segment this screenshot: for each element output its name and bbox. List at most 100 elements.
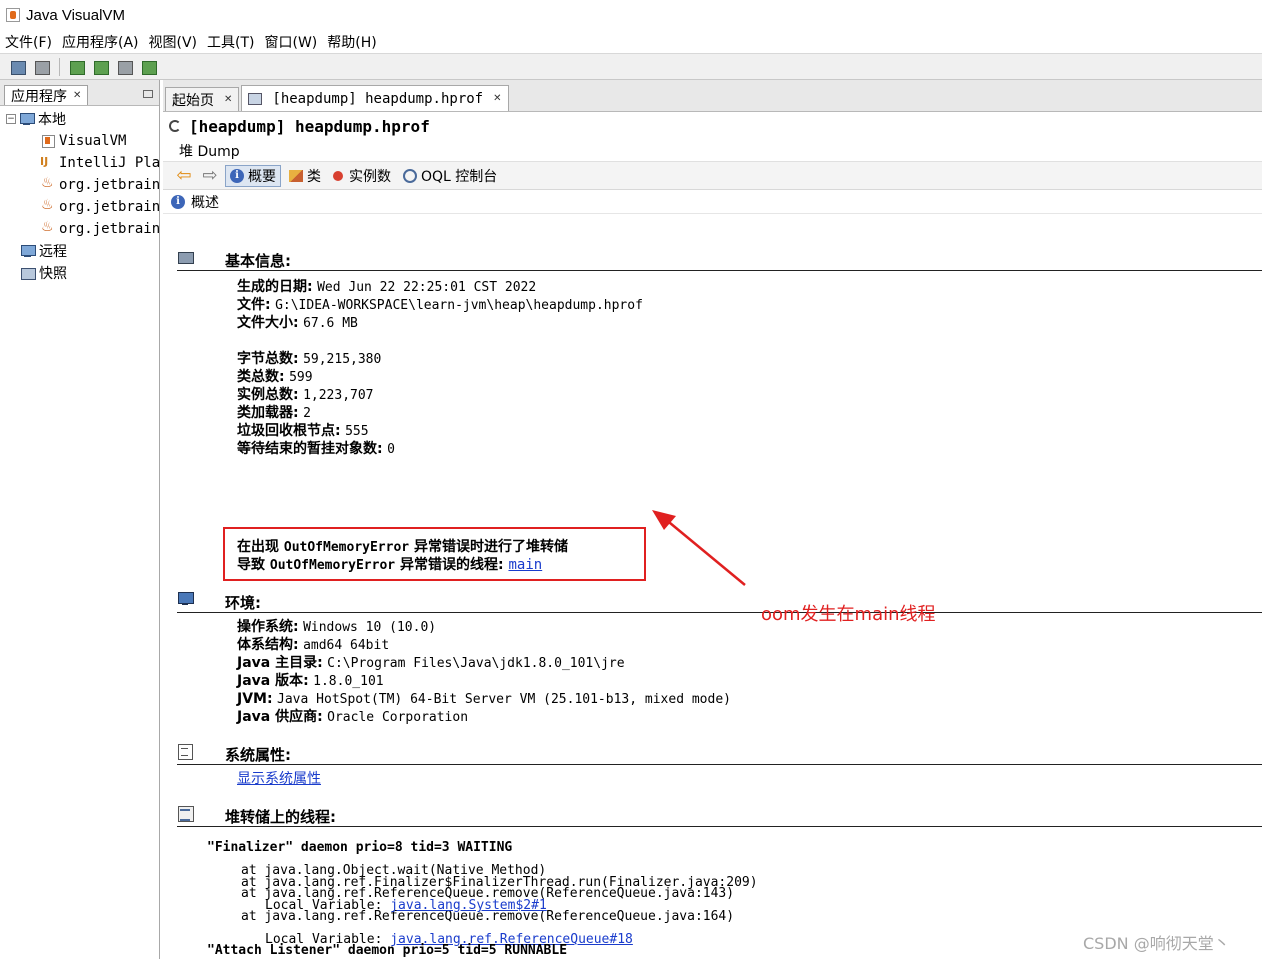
field-value: 67.6 MB	[303, 316, 358, 331]
thread-finalizer-header: "Finalizer" daemon prio=8 tid=3 WAITING	[207, 840, 513, 855]
instances-view-button[interactable]: 实例数	[329, 165, 395, 187]
total-instances: 实例总数: 1,223,707	[237, 386, 374, 404]
threads-icon	[177, 806, 194, 822]
menu-help[interactable]: 帮助(H)	[322, 32, 381, 52]
applications-tree: − 本地 VisualVM IntelliJ Pla org.jetbrain …	[0, 106, 159, 284]
watermark: CSDN @响彻天堂丶	[1083, 934, 1230, 953]
visualvm-icon	[40, 134, 56, 148]
close-icon[interactable]: ✕	[73, 90, 81, 101]
field-value: 2	[303, 406, 311, 421]
stack-frame: at java.lang.ref.Finalizer$FinalizerThre…	[241, 875, 758, 890]
field-value: amd64 64bit	[303, 638, 390, 653]
class-loaders: 类加载器: 2	[237, 404, 311, 422]
env-os: 操作系统: Windows 10 (10.0)	[237, 618, 436, 636]
applications-tab-label: 应用程序	[11, 88, 67, 105]
menu-tools[interactable]: 工具(T)	[202, 32, 259, 52]
section-title: 基本信息:	[225, 252, 291, 270]
add-remote-host-icon[interactable]	[91, 58, 111, 76]
menu-window[interactable]: 窗口(W)	[260, 32, 323, 52]
tree-node-jetbrains-2[interactable]: org.jetbrain	[0, 196, 159, 218]
java-process-icon	[40, 219, 56, 236]
save-icon[interactable]	[32, 58, 52, 76]
add-jmx-connection-icon[interactable]	[67, 58, 87, 76]
tree-node-label: org.jetbrain	[59, 221, 159, 237]
section-title: 环境:	[225, 594, 261, 612]
oom-line-2: 导致 OutOfMemoryError 异常错误的线程: main	[237, 556, 542, 574]
tree-node-jetbrains-1[interactable]: org.jetbrain	[0, 174, 159, 196]
tree-node-snapshots[interactable]: 快照	[0, 262, 159, 284]
classes-view-button[interactable]: 类	[285, 165, 325, 187]
tree-node-local[interactable]: − 本地	[0, 108, 159, 130]
load-snapshot-icon[interactable]	[8, 58, 28, 76]
env-java-home: Java 主目录: C:\Program Files\Java\jdk1.8.0…	[237, 654, 625, 672]
close-icon[interactable]: ✕	[493, 93, 501, 104]
forward-arrow-icon[interactable]: ⇨	[199, 165, 221, 186]
section-divider	[177, 270, 1262, 271]
total-bytes: 字节总数: 59,215,380	[237, 350, 381, 368]
field-label: 操作系统:	[237, 619, 299, 635]
heapdump-icon	[248, 92, 263, 105]
section-divider	[177, 612, 1262, 613]
field-value: Windows 10 (10.0)	[303, 620, 437, 635]
tree-node-remote[interactable]: 远程	[0, 240, 159, 262]
oql-label: OQL 控制台	[421, 168, 498, 185]
tree-node-label: org.jetbrain	[59, 199, 159, 215]
info-icon: i	[171, 194, 185, 209]
instances-label: 实例数	[349, 168, 391, 185]
applications-tab[interactable]: 应用程序 ✕	[4, 85, 89, 105]
tab-heap-dump[interactable]: 堆 Dump	[179, 141, 240, 161]
snapshots-icon	[20, 266, 36, 280]
info-icon: i	[230, 168, 244, 183]
section-divider	[177, 826, 1262, 827]
thread-attach-listener-header: "Attach Listener" daemon prio=5 tid=5 RU…	[207, 943, 568, 958]
field-label: 实例总数:	[237, 387, 299, 403]
java-process-icon	[40, 175, 56, 192]
threads-header: 堆转储上的线程:	[177, 806, 1262, 826]
tree-node-label: 远程	[39, 244, 67, 260]
field-label: 等待结束的暂挂对象数:	[237, 441, 383, 457]
field-label: 类加载器:	[237, 405, 299, 421]
section-title: 系统属性:	[225, 746, 291, 764]
back-arrow-icon[interactable]: ⇦	[173, 165, 195, 186]
tree-node-visualvm[interactable]: VisualVM	[0, 130, 159, 152]
classes-icon	[289, 169, 303, 182]
menu-file[interactable]: 文件(F)	[0, 32, 57, 52]
tree-node-jetbrains-3[interactable]: org.jetbrain	[0, 218, 159, 240]
add-vm-snapshot-icon[interactable]	[139, 58, 159, 76]
close-icon[interactable]: ✕	[224, 94, 232, 105]
collapse-icon[interactable]: −	[6, 114, 16, 124]
intellij-icon	[40, 155, 56, 170]
section-title: 堆转储上的线程:	[225, 808, 336, 826]
show-system-props-link[interactable]: 显示系统属性	[237, 771, 321, 787]
tree-node-label: IntelliJ Pla	[59, 155, 159, 171]
field-value: C:\Program Files\Java\jdk1.8.0_101\jre	[327, 656, 625, 671]
add-core-dump-icon[interactable]	[115, 58, 135, 76]
field-value: 59,215,380	[303, 352, 382, 367]
field-label: Java 主目录:	[237, 655, 323, 671]
oom-text: 异常错误的线程:	[399, 557, 504, 573]
local-variable-link[interactable]: java.lang.System$2#1	[390, 898, 547, 913]
oom-text: 异常错误时进行了堆转储	[413, 539, 568, 555]
java-process-icon	[40, 197, 56, 214]
oql-console-button[interactable]: OQL 控制台	[399, 165, 501, 187]
show-system-props: 显示系统属性	[237, 770, 321, 788]
field-value: G:\IDEA-WORKSPACE\learn-jvm\heap\heapdum…	[275, 298, 643, 313]
overview-bar: i 概述	[163, 190, 1262, 214]
tab-start-page[interactable]: 起始页 ✕	[165, 87, 240, 111]
field-label: 生成的日期:	[237, 279, 313, 295]
tab-heapdump[interactable]: [heapdump] heapdump.hprof ✕	[241, 85, 509, 111]
oom-text: 在出现	[237, 539, 279, 555]
summary-view-button[interactable]: i 概要	[225, 164, 281, 187]
field-label: Java 供应商:	[237, 709, 323, 725]
menu-view[interactable]: 视图(V)	[144, 32, 203, 52]
tree-node-intellij[interactable]: IntelliJ Pla	[0, 152, 159, 174]
menu-application[interactable]: 应用程序(A)	[57, 32, 144, 52]
env-arch: 体系结构: amd64 64bit	[237, 636, 389, 654]
oom-thread-link[interactable]: main	[508, 557, 542, 573]
environment-header: 环境:	[177, 592, 1262, 612]
visualvm-app-icon	[6, 8, 20, 22]
applications-panel: 应用程序 ✕ − 本地 VisualVM IntelliJ Pla org.je…	[0, 80, 160, 959]
gc-roots: 垃圾回收根节点: 555	[237, 422, 369, 440]
minimize-icon[interactable]	[143, 90, 153, 98]
total-classes: 类总数: 599	[237, 368, 313, 386]
